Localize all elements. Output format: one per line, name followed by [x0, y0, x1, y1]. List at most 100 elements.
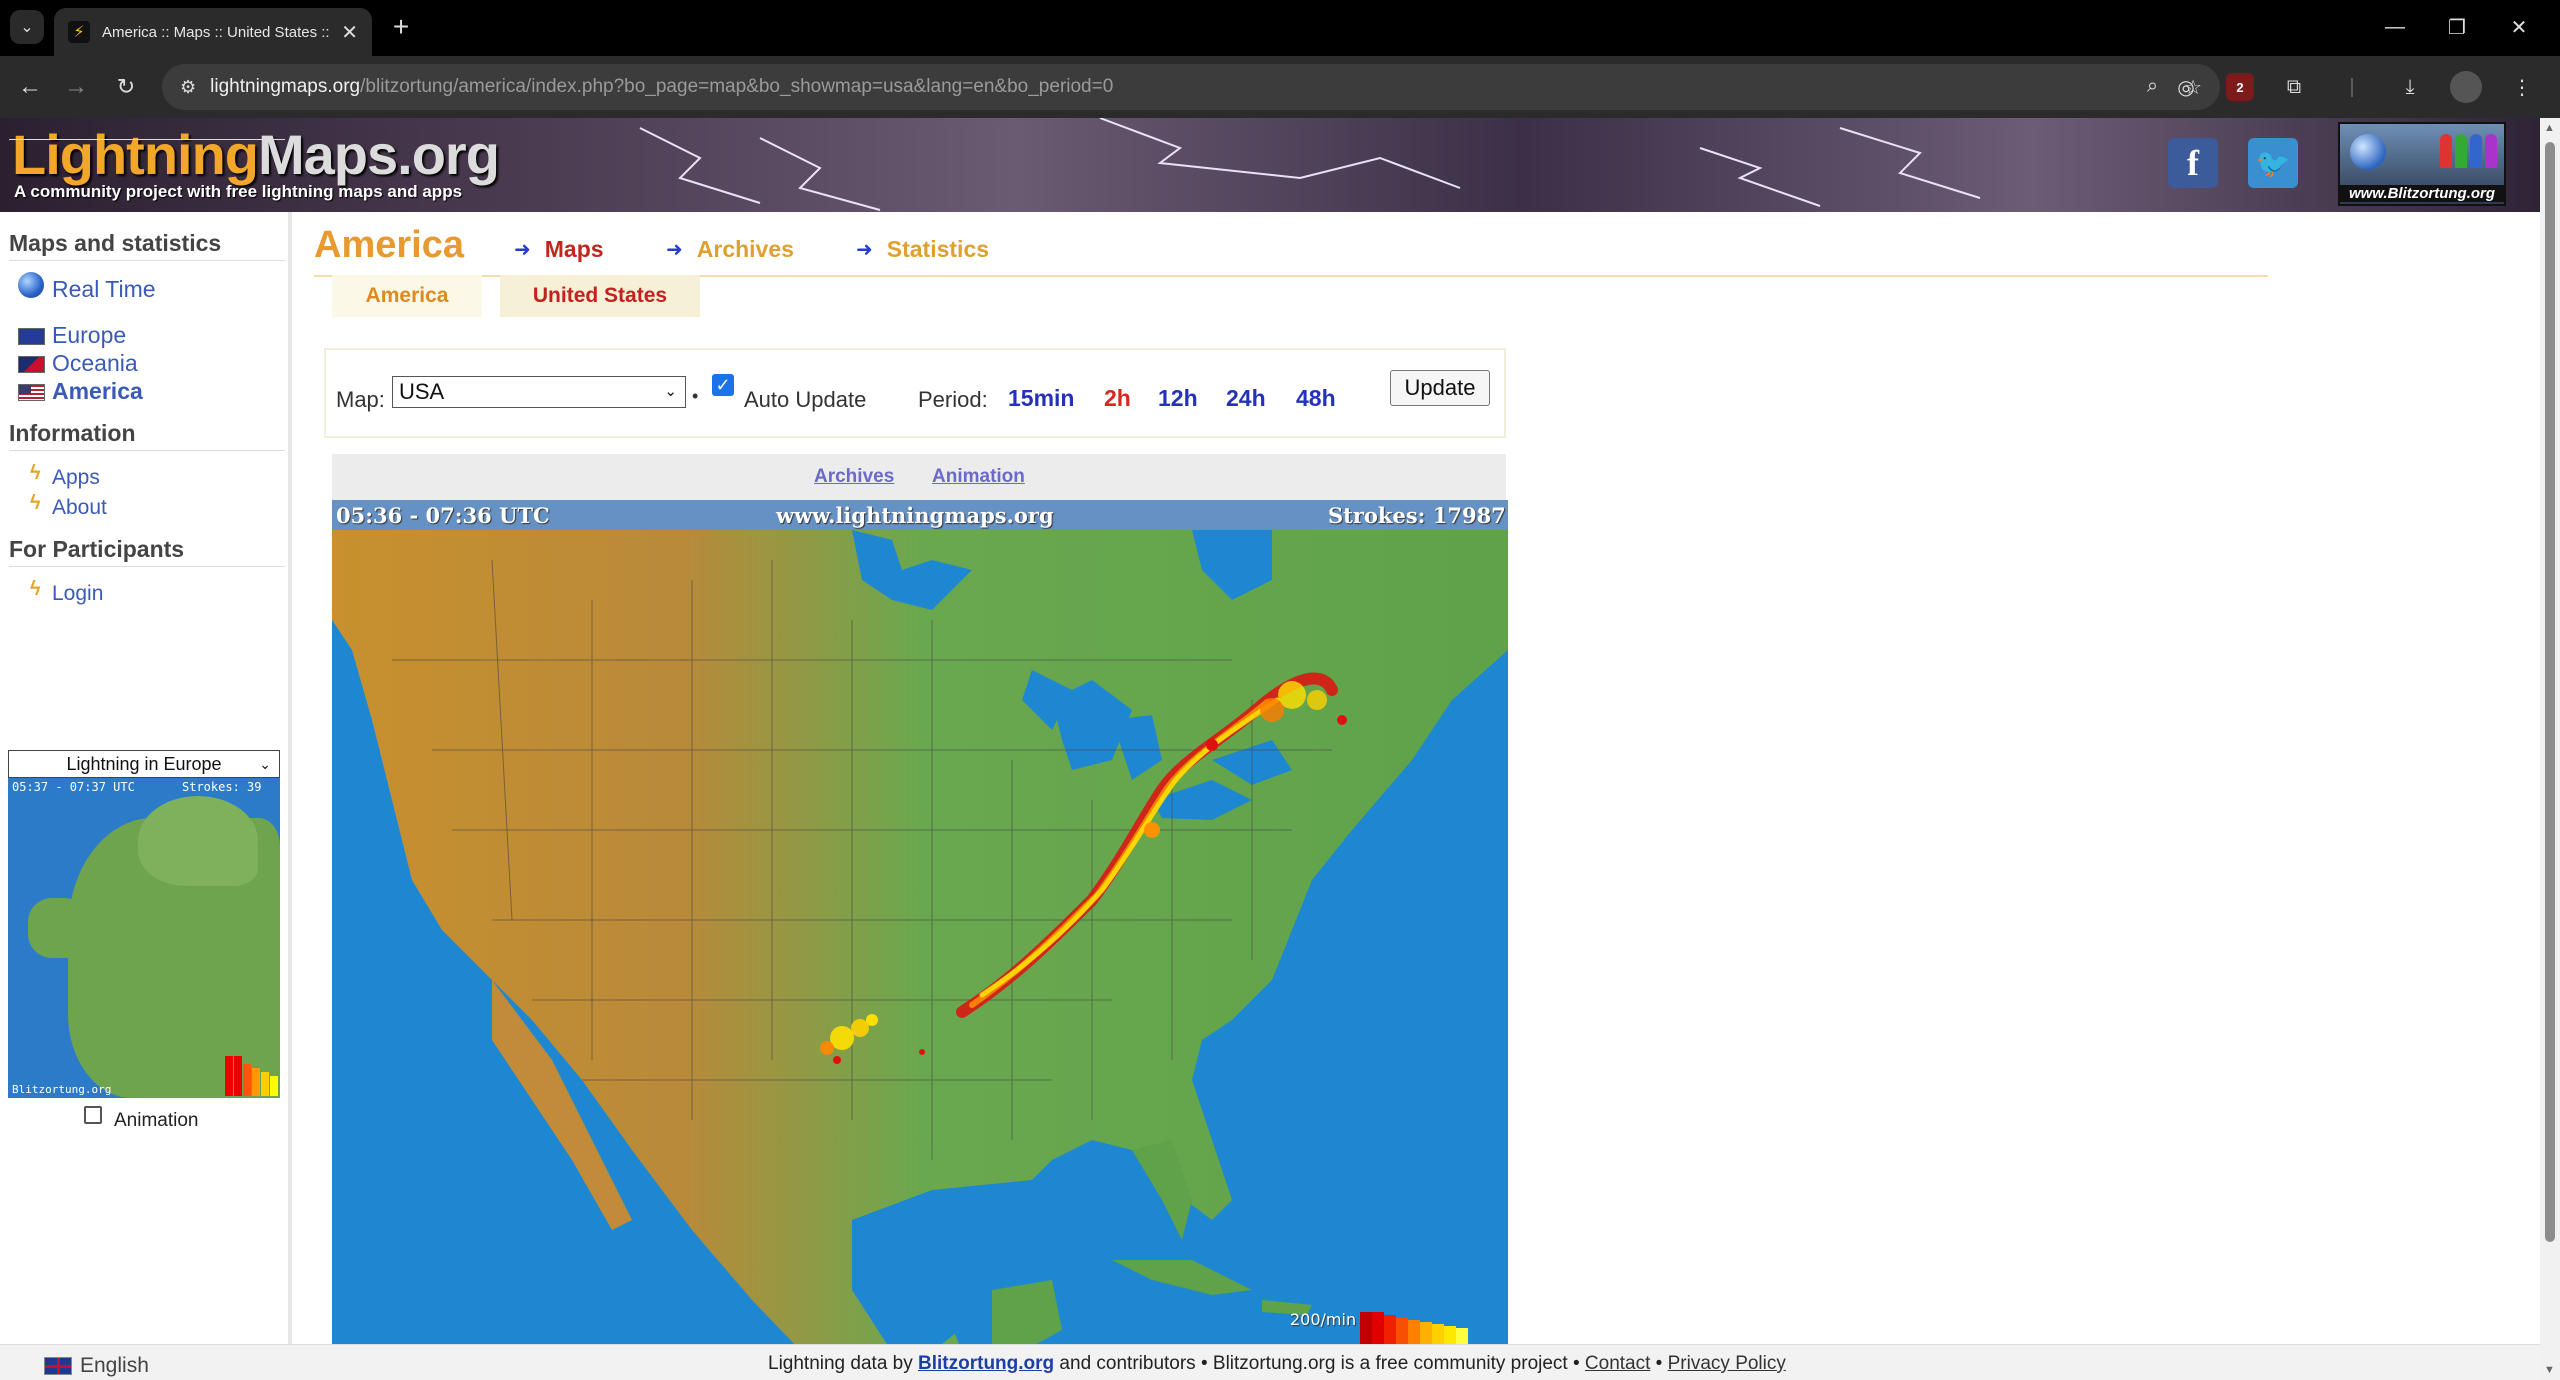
browser-tab[interactable]: ⚡ America :: Maps :: United States :: L …	[54, 8, 372, 56]
globe-icon	[18, 272, 44, 298]
map-graphic	[332, 530, 1508, 1352]
bolt-bullet-icon: ϟ	[30, 462, 41, 484]
globe-icon	[2350, 134, 2386, 170]
legend-rate-label: 200/min	[1290, 1310, 1357, 1329]
tab-close-icon[interactable]: ✕	[341, 20, 358, 45]
scroll-up-icon[interactable]: ▲	[2544, 122, 2555, 134]
browser-toolbar: ← → ↻ ⚙ lightningmaps.org/blitzortung/am…	[0, 56, 2560, 118]
update-button[interactable]: Update	[1390, 370, 1490, 406]
extensions-area: ◎ 2 ⧉ | ⤓ ⋮	[2168, 69, 2540, 105]
tab-title: America :: Maps :: United States :: L	[102, 23, 332, 41]
nav-statistics[interactable]: ➜ Statistics	[856, 236, 989, 263]
europe-mini-map[interactable]: 05:37 - 07:37 UTC Strokes: 39 Blitzortun…	[8, 778, 280, 1098]
arrow-right-icon: ➜	[856, 239, 873, 261]
address-bar[interactable]: ⚙ lightningmaps.org/blitzortung/america/…	[162, 64, 2220, 110]
browser-tab-bar: ⌄ ⚡ America :: Maps :: United States :: …	[0, 0, 2560, 56]
forward-icon[interactable]: →	[58, 69, 94, 105]
ublock-icon[interactable]: 2	[2226, 73, 2254, 101]
period-24h[interactable]: 24h	[1226, 385, 1266, 412]
profile-avatar[interactable]	[2450, 71, 2482, 103]
period-2h[interactable]: 2h	[1104, 385, 1131, 412]
back-icon[interactable]: ←	[12, 69, 48, 105]
divider-icon: |	[2349, 75, 2355, 98]
period-12h[interactable]: 12h	[1158, 385, 1198, 412]
sidebar-heading-maps: Maps and statistics	[9, 230, 285, 261]
zoom-icon[interactable]: ⌕	[2147, 75, 2158, 100]
footer-text: Lightning data by Blitzortung.org and co…	[768, 1353, 1786, 1374]
sidebar-item-about[interactable]: About	[52, 496, 107, 520]
extension-glasses-icon[interactable]: ◎	[2168, 69, 2204, 105]
period-label: Period:	[918, 387, 988, 412]
site-logo[interactable]: LightningMaps.org	[12, 122, 500, 187]
map-stroke-count: Strokes: 17987	[1328, 503, 1506, 528]
eu-flag-icon	[18, 328, 45, 345]
facebook-icon[interactable]: f	[2168, 138, 2218, 188]
tab-united-states[interactable]: United States	[500, 275, 700, 317]
mini-map-select[interactable]: Lightning in Europe ⌄	[8, 750, 280, 778]
sidebar-heading-participants: For Participants	[9, 536, 285, 567]
period-48h[interactable]: 48h	[1296, 385, 1336, 412]
bolt-bullet-icon: ϟ	[30, 492, 41, 514]
sidebar-heading-information: Information	[9, 420, 285, 451]
sidebar-item-apps[interactable]: Apps	[52, 466, 100, 490]
animation-link[interactable]: Animation	[932, 466, 1025, 488]
extensions-puzzle-icon[interactable]: ⧉	[2276, 69, 2312, 105]
nav-archives[interactable]: ➜ Archives	[666, 236, 794, 263]
url-text[interactable]: lightningmaps.org/blitzortung/america/in…	[210, 76, 1113, 98]
twitter-icon[interactable]: 🐦	[2248, 138, 2298, 188]
us-flag-icon	[18, 384, 45, 401]
page-footer: English Lightning data by Blitzortung.or…	[0, 1344, 2540, 1380]
bullet: •	[692, 386, 699, 406]
map-label: Map:	[336, 387, 385, 412]
restore-icon[interactable]: ❐	[2426, 6, 2488, 48]
site-info-icon[interactable]: ⚙	[180, 77, 196, 98]
blitzortung-badge[interactable]: www.Blitzortung.org	[2338, 122, 2506, 206]
contact-link[interactable]: Contact	[1585, 1353, 1650, 1374]
tab-search-icon[interactable]: ⌄	[10, 10, 44, 44]
privacy-policy-link[interactable]: Privacy Policy	[1668, 1353, 1786, 1374]
map-controls: Map: USA ⌄ • ✓ Auto Update Period: 15min…	[324, 348, 1506, 438]
period-15min[interactable]: 15min	[1008, 385, 1074, 412]
download-icon[interactable]: ⤓	[2392, 69, 2428, 105]
menu-icon[interactable]: ⋮	[2504, 69, 2540, 105]
archives-link[interactable]: Archives	[814, 466, 894, 488]
sidebar-item-europe[interactable]: Europe	[52, 322, 126, 349]
blitzortung-link[interactable]: Blitzortung.org	[918, 1353, 1054, 1374]
nav-maps[interactable]: ➜ Maps	[514, 236, 604, 263]
map-time-range: 05:36 - 07:36 UTC	[336, 503, 550, 528]
animation-checkbox[interactable]	[84, 1106, 102, 1124]
site-tagline: A community project with free lightning …	[14, 182, 463, 201]
arrow-right-icon: ➜	[666, 239, 683, 261]
reload-icon[interactable]: ↻	[108, 69, 144, 105]
page-scrollbar[interactable]: ▲ ▼	[2540, 118, 2560, 1380]
sidebar-item-real-time[interactable]: Real Time	[52, 276, 156, 303]
mini-legend-bars	[225, 1056, 278, 1096]
scroll-thumb[interactable]	[2545, 142, 2555, 1242]
animation-label: Animation	[114, 1110, 199, 1131]
arrow-right-icon: ➜	[514, 239, 531, 261]
people-icon	[2440, 134, 2497, 168]
map-site-watermark: www.lightningmaps.org	[776, 503, 1054, 528]
close-window-icon[interactable]: ✕	[2488, 6, 2550, 48]
lightning-map[interactable]: 05:36 - 07:36 UTC www.lightningmaps.org …	[332, 500, 1508, 1352]
language-selector[interactable]: English	[80, 1354, 149, 1378]
chevron-down-icon: ⌄	[259, 756, 271, 772]
minimize-icon[interactable]: —	[2364, 6, 2426, 48]
site-banner: LightningMaps.org A community project wi…	[0, 118, 2540, 212]
map-links-bar: Archives Animation	[332, 454, 1506, 500]
lightning-favicon-icon: ⚡	[68, 21, 90, 43]
new-tab-button[interactable]: +	[384, 10, 418, 44]
sidebar-item-america[interactable]: America	[52, 378, 143, 405]
map-select[interactable]: USA ⌄	[392, 376, 686, 408]
sidebar-item-login[interactable]: Login	[52, 582, 103, 606]
auto-update-checkbox[interactable]: ✓	[712, 374, 734, 396]
auto-update-label: Auto Update	[744, 387, 867, 412]
oceania-flag-icon	[18, 356, 45, 373]
window-controls: — ❐ ✕	[2364, 6, 2550, 48]
sidebar-item-oceania[interactable]: Oceania	[52, 350, 138, 377]
tab-america[interactable]: America	[332, 275, 482, 317]
chevron-down-icon: ⌄	[664, 383, 677, 400]
bolt-bullet-icon: ϟ	[30, 578, 41, 600]
scroll-down-icon[interactable]: ▼	[2544, 1364, 2555, 1376]
page-title: America	[314, 224, 464, 266]
